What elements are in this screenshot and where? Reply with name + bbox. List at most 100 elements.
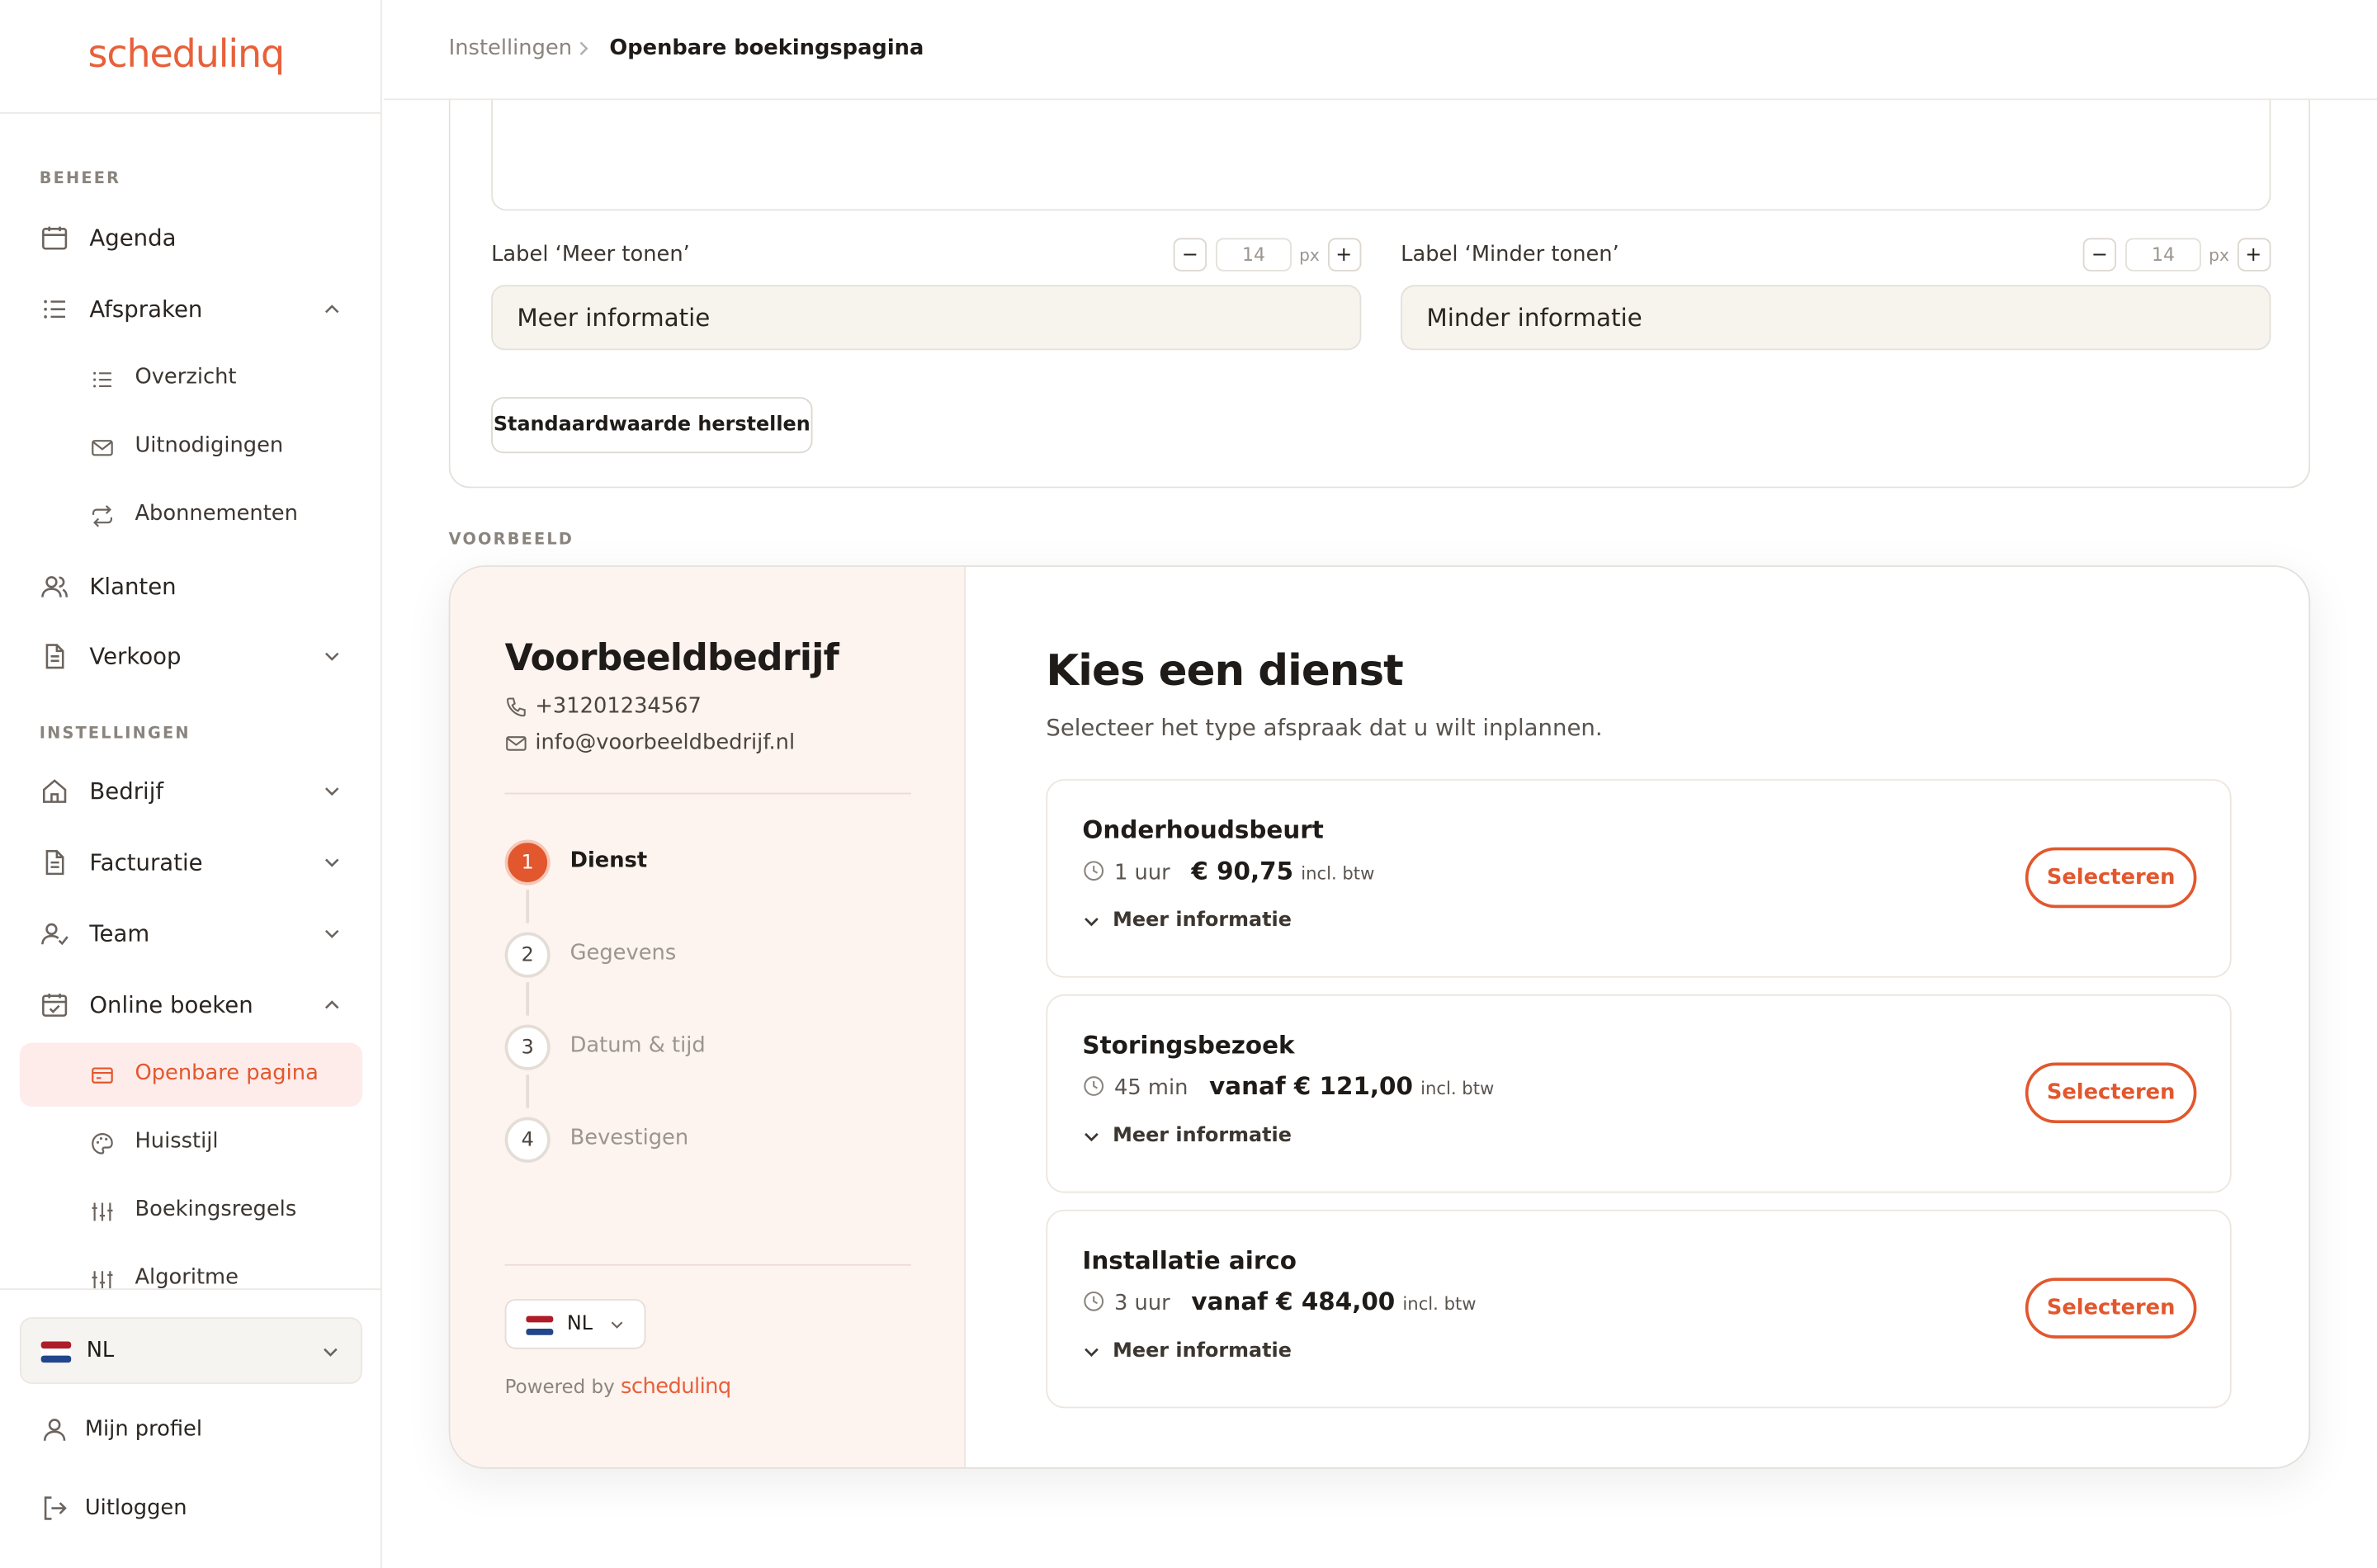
sidebar-item-verkoop[interactable]: Verkoop xyxy=(20,625,362,688)
mail-icon xyxy=(506,735,527,750)
sidebar-scroll-clip: Algoritme xyxy=(0,1248,380,1289)
sidebar-item-online-boeken[interactable]: Online boeken xyxy=(20,973,362,1037)
sidebar-item-label: Online boeken xyxy=(89,991,253,1019)
sidebar-item-profile[interactable]: Mijn profiel xyxy=(20,1397,362,1461)
sidebar-item-label: Mijn profiel xyxy=(84,1417,203,1442)
chevron-right-icon xyxy=(579,41,588,55)
divider xyxy=(504,792,911,795)
unit-label: px xyxy=(2209,244,2229,265)
sidebar-item-klanten[interactable]: Klanten xyxy=(20,555,362,618)
font-size-stepper-less: − 14 px + xyxy=(2082,238,2271,272)
chevron-down-icon xyxy=(324,787,339,796)
chevron-down-icon xyxy=(1085,1347,1099,1357)
divider xyxy=(0,1288,381,1291)
service-name: Storingsbezoek xyxy=(1082,1030,1295,1060)
sidebar-item-facturatie[interactable]: Facturatie xyxy=(20,831,362,895)
clock-icon xyxy=(1084,861,1104,881)
service-price: € 90,75 xyxy=(1191,856,1294,886)
sidebar-item-openbare-pagina[interactable]: Openbare pagina xyxy=(19,1042,362,1107)
logout-icon xyxy=(44,1496,67,1520)
section-label-instellingen: INSTELLINGEN xyxy=(39,724,191,743)
sliders-icon xyxy=(92,1202,113,1221)
sidebar-item-bedrijf[interactable]: Bedrijf xyxy=(20,759,362,823)
label-less-input[interactable]: Minder informatie xyxy=(1401,285,2271,351)
reset-default-button[interactable]: Standaardwaarde herstellen xyxy=(491,397,813,454)
service-picker-title: Kies een dienst xyxy=(1046,645,1403,697)
font-size-input[interactable]: 14 xyxy=(1216,238,1292,272)
step-label: Bevestigen xyxy=(569,1126,689,1151)
more-info-toggle[interactable]: Meer informatie xyxy=(1082,1340,1292,1363)
document-icon xyxy=(45,644,64,669)
select-service-button[interactable]: Selecteren xyxy=(2025,1062,2197,1124)
preview-language-select[interactable]: NL xyxy=(504,1299,646,1349)
list-icon xyxy=(44,300,65,319)
label-less-title: Label ‘Minder tonen’ xyxy=(1401,242,1619,267)
breadcrumb-settings[interactable]: Instellingen xyxy=(449,36,572,60)
more-info-label: Meer informatie xyxy=(1113,909,1292,933)
company-email: info@voorbeeldbedrijf.nl xyxy=(505,730,795,755)
vat-label: incl. btw xyxy=(1420,1077,1495,1099)
decrease-button[interactable]: − xyxy=(2082,238,2117,272)
select-service-button[interactable]: Selecteren xyxy=(2025,847,2197,909)
vat-label: incl. btw xyxy=(1402,1292,1477,1315)
sidebar-item-label: Bedrijf xyxy=(89,777,164,805)
service-duration: 3 uur xyxy=(1113,1291,1170,1316)
chevron-down-icon xyxy=(1085,1131,1099,1141)
sidebar-item-label: Algoritme xyxy=(135,1265,239,1289)
step-number: 4 xyxy=(504,1117,551,1163)
step-gegevens: 2 Gegevens xyxy=(504,932,869,978)
more-info-toggle[interactable]: Meer informatie xyxy=(1082,909,1292,933)
sidebar-item-team[interactable]: Team xyxy=(20,902,362,966)
service-picker: Kies een dienst Selecteer het type afspr… xyxy=(967,567,2309,1467)
language-value: NL xyxy=(566,1312,593,1336)
unit-label: px xyxy=(1299,244,1320,265)
phone-icon xyxy=(507,697,526,716)
sidebar-item-agenda[interactable]: Agenda xyxy=(20,206,362,270)
step-label: Datum & tijd xyxy=(569,1033,706,1059)
sidebar-item-boekingsregels[interactable]: Boekingsregels xyxy=(20,1179,362,1243)
brand-logo[interactable]: schedulinq xyxy=(88,32,286,76)
mail-icon xyxy=(92,440,113,456)
service-meta: 45 min vanaf € 121,00 incl. btw xyxy=(1082,1072,1495,1100)
select-service-button[interactable]: Selecteren xyxy=(2025,1278,2197,1339)
more-info-label: Meer informatie xyxy=(1113,1124,1292,1148)
sidebar-item-label: Huisstijl xyxy=(135,1129,219,1154)
increase-button[interactable]: + xyxy=(1327,238,1361,272)
preview-section-label: VOORBEELD xyxy=(448,530,574,549)
font-size-input[interactable]: 14 xyxy=(2125,238,2201,272)
sidebar-item-afspraken[interactable]: Afspraken xyxy=(20,277,362,341)
company-name: Voorbeeldbedrijf xyxy=(504,636,839,679)
chevron-up-icon xyxy=(324,305,339,314)
sidebar-item-abonnementen[interactable]: Abonnementen xyxy=(20,484,362,547)
increase-button[interactable]: + xyxy=(2237,238,2271,272)
service-picker-subtitle: Selecteer het type afspraak dat u wilt i… xyxy=(1046,714,1603,742)
preview-sidebar: Voorbeeldbedrijf +31201234567 info@voorb… xyxy=(450,566,966,1467)
service-price: vanaf € 484,00 xyxy=(1191,1287,1396,1316)
service-meta: 3 uur vanaf € 484,00 incl. btw xyxy=(1082,1287,1477,1316)
sidebar-item-label: Agenda xyxy=(89,224,177,252)
step-connector xyxy=(526,890,530,923)
sidebar-item-label: Team xyxy=(89,919,150,947)
sidebar-item-huisstijl[interactable]: Huisstijl xyxy=(20,1111,362,1174)
step-number: 2 xyxy=(504,932,551,978)
sidebar-item-label: Openbare pagina xyxy=(135,1060,319,1086)
decrease-button[interactable]: − xyxy=(1173,238,1207,272)
calendar-icon xyxy=(42,226,68,250)
phone-text: +31201234567 xyxy=(535,694,702,719)
service-name: Onderhoudsbeurt xyxy=(1082,815,1324,845)
sidebar-item-uitnodigingen[interactable]: Uitnodigingen xyxy=(20,415,362,479)
sidebar-item-algoritme[interactable]: Algoritme xyxy=(20,1248,362,1289)
more-info-toggle[interactable]: Meer informatie xyxy=(1082,1124,1292,1148)
booking-preview: Voorbeeldbedrijf +31201234567 info@voorb… xyxy=(448,565,2311,1469)
service-duration: 1 uur xyxy=(1113,861,1170,886)
sidebar-item-logout[interactable]: Uitloggen xyxy=(20,1476,362,1540)
step-number: 3 xyxy=(504,1024,551,1070)
chevron-down-icon xyxy=(324,1348,338,1357)
breadcrumb-current: Openbare boekingspagina xyxy=(609,36,924,61)
repeat-icon xyxy=(92,505,113,527)
sidebar-item-overzicht[interactable]: Overzicht xyxy=(20,347,362,411)
company-phone: +31201234567 xyxy=(505,694,702,719)
powered-by-logo[interactable]: schedulinq xyxy=(621,1375,731,1399)
language-select[interactable]: NL xyxy=(19,1317,362,1384)
label-more-input[interactable]: Meer informatie xyxy=(491,285,1362,351)
